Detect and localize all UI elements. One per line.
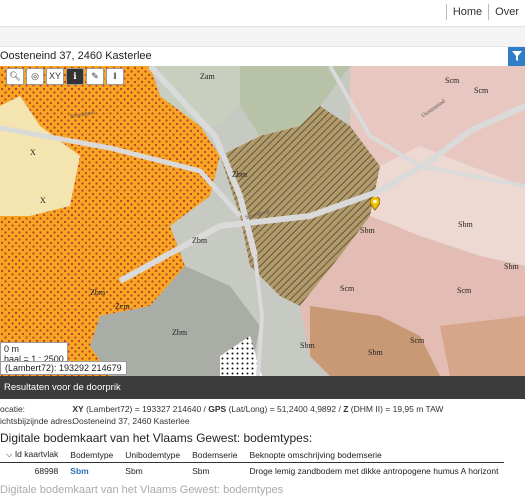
- map-label: Zbm: [192, 236, 208, 245]
- map-label: Scm: [410, 336, 425, 345]
- identify-icon[interactable]: ℹ: [66, 68, 84, 85]
- map-label: Zbm: [90, 288, 106, 297]
- section-title: Digitale bodemkaart van het Vlaams Gewes…: [0, 431, 313, 445]
- column-header[interactable]: Unibodemtype: [119, 448, 187, 463]
- pencil-icon[interactable]: ✎: [86, 68, 104, 85]
- results-title: Resultaten voor de doorprik: [4, 382, 121, 393]
- map-label: Scm: [474, 86, 489, 95]
- id-cell: 68998: [34, 466, 59, 476]
- xy-value: (Lambert72) = 193327 214640 /: [86, 404, 206, 414]
- address-label: ichtsbijzijnde adres:: [0, 416, 75, 426]
- soil-map[interactable]: 🔍︎ ◎ XY ℹ ✎ ‖ Zam X X Zbm Zcm Zbm Sbm Sb…: [0, 66, 525, 376]
- map-label: Sbm: [368, 348, 383, 357]
- map-toolbar: 🔍︎ ◎ XY ℹ ✎ ‖: [6, 68, 124, 85]
- results-table: ⌵ Id kaartvlak Bodemtype Unibodemtype Bo…: [0, 448, 505, 480]
- map-label: X: [40, 196, 46, 205]
- funnel-icon: [511, 51, 522, 62]
- xy-label: XY: [72, 404, 84, 414]
- map-label: Scm: [340, 284, 355, 293]
- map-label: Zbm: [232, 170, 248, 179]
- column-header[interactable]: Bodemtype: [64, 448, 120, 463]
- map-label: Sbm: [360, 226, 375, 235]
- next-section-title: Digitale bodemkaart van het Vlaams Gewes…: [0, 484, 284, 496]
- map-label: Scm: [445, 76, 460, 85]
- z-value: (DHM II) = 19,95 m TAW: [350, 404, 444, 414]
- header-band: [0, 27, 525, 47]
- map-label: X: [30, 148, 36, 157]
- z-label: Z: [343, 404, 349, 414]
- map-label: Sbm: [458, 220, 473, 229]
- bodemtype-link[interactable]: Sbm: [64, 463, 119, 480]
- column-header[interactable]: Beknopte omschrijving bodemserie: [243, 448, 505, 463]
- filter-button[interactable]: [508, 47, 525, 66]
- map-label: Sbm: [300, 341, 315, 350]
- globe-icon[interactable]: ◎: [26, 68, 44, 85]
- map-label: Sbm: [504, 262, 519, 271]
- address-row: ichtsbijzijnde adres: Oosteneind 37, 246…: [0, 416, 190, 426]
- map-label: Zam: [200, 72, 215, 81]
- gps-label: GPS: [208, 404, 227, 414]
- sort-icon: ⌵: [6, 449, 15, 459]
- map-label: Zbm: [172, 328, 188, 337]
- description-cell: Droge lemig zandbodem met dikke antropog…: [249, 466, 499, 476]
- gps-value: (Lat/Long) = 51,2400 4,9892 /: [228, 404, 341, 414]
- column-header[interactable]: ⌵ Id kaartvlak: [0, 448, 65, 463]
- zoom-icon[interactable]: 🔍︎: [6, 68, 24, 85]
- cursor-coordinates: (Lambert72): 193292 214679: [0, 361, 127, 375]
- column-header[interactable]: Bodemserie: [186, 448, 244, 463]
- location-row: ocatie: XY (Lambert72) = 193327 214640 /…: [0, 404, 443, 414]
- ruler-icon[interactable]: ‖: [106, 68, 124, 85]
- scale-unit: 0 m: [4, 344, 20, 354]
- location-pin-icon: [370, 197, 380, 211]
- address-search-input[interactable]: Oosteneind 37, 2460 Kasterlee: [0, 50, 152, 62]
- top-navigation: Home Over: [0, 0, 525, 27]
- bodemserie-cell: Sbm: [192, 466, 210, 476]
- unibodemtype-cell: Sbm: [125, 466, 143, 476]
- overview-link[interactable]: Over: [488, 4, 525, 20]
- top-links: Home Over: [445, 4, 525, 20]
- xy-icon[interactable]: XY: [46, 68, 64, 85]
- address-value: Oosteneind 37, 2460 Kasterlee: [72, 416, 190, 426]
- table-row: 68998 Sbm Sbm Sbm Droge lemig zandbodem …: [0, 463, 504, 480]
- address-search-bar: Oosteneind 37, 2460 Kasterlee: [0, 47, 525, 67]
- map-label: Scm: [457, 286, 472, 295]
- results-header: Resultaten voor de doorprik: [0, 376, 525, 399]
- map-label: Zcm: [115, 302, 130, 311]
- map-parcel: [440, 316, 525, 376]
- home-link[interactable]: Home: [445, 4, 488, 20]
- location-label: ocatie:: [0, 404, 26, 414]
- table-header-row: ⌵ Id kaartvlak Bodemtype Unibodemtype Bo…: [0, 448, 505, 463]
